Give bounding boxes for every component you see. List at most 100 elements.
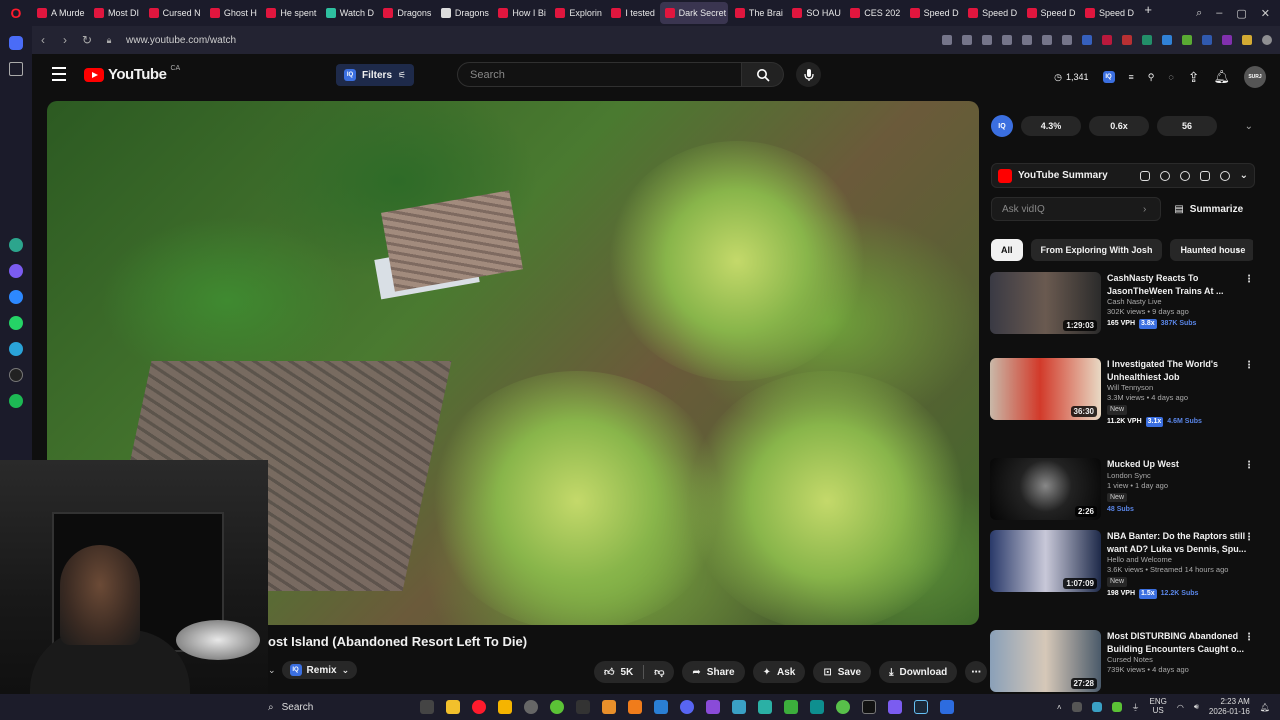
download-icon[interactable] xyxy=(1042,35,1052,45)
video-thumbnail[interactable]: 27:28 xyxy=(990,630,1101,692)
voice-search-button[interactable] xyxy=(796,62,821,87)
profile-icon[interactable] xyxy=(1262,35,1272,45)
tray-app-icon[interactable] xyxy=(1091,702,1102,712)
chevron-down-icon[interactable]: ⌄ xyxy=(268,665,276,676)
edit-icon[interactable] xyxy=(942,35,952,45)
vidiq-menu-icon[interactable]: IQ xyxy=(1102,71,1115,83)
ext-4-icon[interactable] xyxy=(1142,35,1152,45)
chevron-down-icon[interactable]: ⌄ xyxy=(1245,121,1253,132)
ext-3-icon[interactable] xyxy=(1122,35,1132,45)
telegram-icon[interactable] xyxy=(9,342,23,356)
volume-icon[interactable]: 🔊︎ xyxy=(1194,702,1199,712)
file-explorer-icon[interactable] xyxy=(446,700,460,714)
messenger-icon[interactable] xyxy=(9,290,23,304)
browser-tab[interactable]: Speed D xyxy=(1022,2,1078,24)
chip-from-channel[interactable]: From Exploring With Josh xyxy=(1030,239,1163,261)
summarize-button[interactable]: ▤ Summarize xyxy=(1174,204,1243,215)
browser-tab[interactable]: Speed D xyxy=(963,2,1019,24)
usb-icon[interactable]: ⏚ xyxy=(1132,702,1140,713)
more-options-icon[interactable]: ⋮ xyxy=(1244,532,1254,543)
video-thumbnail[interactable]: 36:30 xyxy=(990,358,1101,420)
app-bluebox-icon[interactable] xyxy=(940,700,954,714)
video-title[interactable]: Most DISTURBING Abandoned Building Encou… xyxy=(1107,630,1247,655)
recommended-video[interactable]: 2:26 Mucked Up West London Sync 1 view • 1 … xyxy=(990,458,1260,522)
avatar[interactable]: SURJ xyxy=(1244,66,1266,88)
app-cone-icon[interactable] xyxy=(628,700,642,714)
app-blue-icon[interactable] xyxy=(654,700,668,714)
dislike-button[interactable]: 👎︎ xyxy=(644,661,674,683)
browser-tab[interactable]: Speed D xyxy=(905,2,961,24)
chip-all[interactable]: All xyxy=(991,239,1023,261)
aria-icon[interactable] xyxy=(9,264,23,278)
more-options-icon[interactable]: ⋮ xyxy=(1244,632,1254,643)
obs-icon[interactable] xyxy=(524,700,538,714)
recommended-video[interactable]: 1:29:03 CashNasty Reacts To JasonTheWeen … xyxy=(990,272,1260,336)
discord-icon[interactable] xyxy=(680,700,694,714)
video-thumbnail[interactable]: 1:07:09 xyxy=(990,530,1101,592)
app-dark-icon[interactable] xyxy=(576,700,590,714)
recommended-video[interactable]: 36:30 I Investigated The World's Unhealth… xyxy=(990,358,1260,427)
browser-tab[interactable]: Speed D xyxy=(1080,2,1136,24)
notifications-icon[interactable]: 🔔︎ xyxy=(1213,69,1230,85)
notification-bell-icon[interactable]: 🔔︎ xyxy=(1260,703,1270,712)
forward-icon[interactable]: › xyxy=(54,33,76,47)
language-indicator[interactable]: ENG US xyxy=(1150,697,1167,716)
tray-app-icon[interactable] xyxy=(1071,702,1082,712)
chatgpt-icon[interactable] xyxy=(9,238,23,252)
browser-tab[interactable]: CES 202 xyxy=(845,2,902,24)
tray-app-icon[interactable] xyxy=(1111,702,1122,712)
remix-button[interactable]: IQ Remix ⌄ xyxy=(281,661,358,679)
recommended-video[interactable]: 27:28 Most DISTURBING Abandoned Building … xyxy=(990,630,1260,694)
video-thumbnail[interactable]: 2:26 xyxy=(990,458,1101,520)
browser-tab[interactable]: Most DI xyxy=(89,2,142,24)
reload-icon[interactable]: ↻ xyxy=(76,33,98,47)
app-green2-icon[interactable] xyxy=(784,700,798,714)
browser-tab[interactable]: The Brai xyxy=(730,2,785,24)
ext-1-icon[interactable] xyxy=(1082,35,1092,45)
filters-button[interactable]: IQ Filters ⚟ xyxy=(336,64,415,86)
search-input[interactable]: Search xyxy=(457,62,742,87)
more-options-icon[interactable]: ⋮ xyxy=(1244,274,1254,285)
ext-8-icon[interactable] xyxy=(1222,35,1232,45)
youtube-logo[interactable]: YouTube CA xyxy=(84,65,180,83)
app-gear-icon[interactable] xyxy=(732,700,746,714)
ask-vidiq-input[interactable]: Ask vidIQ xyxy=(991,197,1161,221)
share-button[interactable]: ➦ Share xyxy=(682,661,745,683)
shield-icon[interactable] xyxy=(982,35,992,45)
channel-name[interactable]: Hello and Welcome xyxy=(1107,555,1247,565)
settings-icon[interactable] xyxy=(1219,170,1230,181)
browser-tab[interactable]: SO HAU xyxy=(787,2,843,24)
list-icon[interactable]: ≡ xyxy=(1129,72,1134,82)
browser-tab[interactable]: He spent xyxy=(261,2,318,24)
chip-haunted-house[interactable]: Haunted house xyxy=(1170,239,1253,261)
app-purple-icon[interactable] xyxy=(706,700,720,714)
channel-name[interactable]: Cash Nasty Live xyxy=(1107,297,1247,307)
play-icon[interactable] xyxy=(1002,35,1012,45)
back-icon[interactable]: ‹ xyxy=(32,33,54,47)
video-title[interactable]: I Investigated The World's Unhealthiest … xyxy=(1107,358,1247,383)
spotify-icon[interactable] xyxy=(9,394,23,408)
x-icon[interactable] xyxy=(9,368,23,382)
channel-name[interactable]: Cursed Notes xyxy=(1107,655,1247,665)
channel-name[interactable]: London Sync xyxy=(1107,471,1247,481)
heart-icon[interactable] xyxy=(1022,35,1032,45)
channel-name[interactable]: Will Tennyson xyxy=(1107,383,1247,393)
recommended-video[interactable]: 1:07:09 NBA Banter: Do the Raptors still … xyxy=(990,530,1260,599)
more-options-icon[interactable]: ⋮ xyxy=(1244,360,1254,371)
opera-home-icon[interactable] xyxy=(9,36,23,50)
steam-icon[interactable] xyxy=(914,700,928,714)
chat-icon[interactable]: ◌ xyxy=(1168,72,1173,82)
browser-tab[interactable]: Explorin xyxy=(550,2,604,24)
browser-tab[interactable]: How I Bi xyxy=(493,2,548,24)
chevron-right-icon[interactable]: › xyxy=(1143,204,1146,215)
video-title[interactable]: CashNasty Reacts To JasonTheWeen Trains … xyxy=(1107,272,1247,297)
vidiq-logo[interactable]: IQ xyxy=(991,115,1013,137)
browser-tab[interactable]: Watch D xyxy=(321,2,377,24)
ext-7-icon[interactable] xyxy=(1202,35,1212,45)
browser-tab[interactable]: Dark Secret xyxy=(659,2,728,24)
app-diamond-icon[interactable] xyxy=(758,700,772,714)
whatsapp-icon[interactable] xyxy=(9,316,23,330)
app-black-icon[interactable] xyxy=(862,700,876,714)
task-view-icon[interactable] xyxy=(420,700,434,714)
app-lime-icon[interactable] xyxy=(836,700,850,714)
